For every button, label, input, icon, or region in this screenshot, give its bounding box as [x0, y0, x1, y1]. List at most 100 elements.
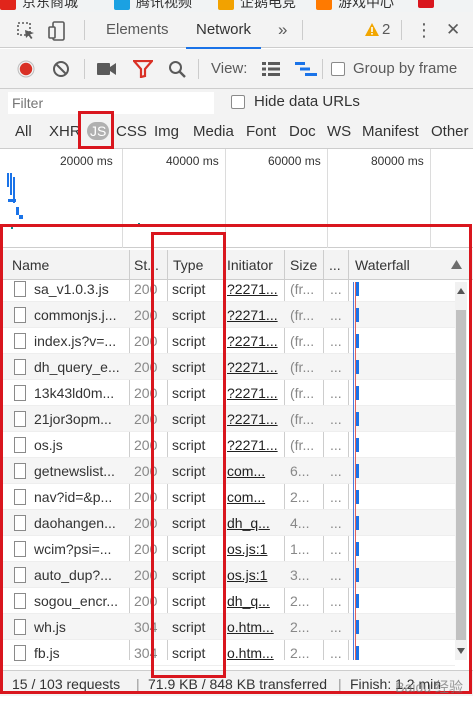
request-initiator[interactable]: os.js:1 [227, 536, 281, 562]
table-row[interactable]: daohangen... 200 script dh_q... 4...... [0, 510, 455, 536]
table-row[interactable]: wh.js 304 script o.htm... 2...... [0, 614, 455, 640]
record-icon[interactable] [17, 60, 35, 78]
waterfall-bar [356, 542, 359, 556]
table-row[interactable]: sa_v1.0.3.js 200 script ?2271... (fr...... [0, 276, 455, 302]
hide-data-urls-checkbox[interactable] [231, 95, 245, 109]
request-initiator[interactable]: com... [227, 484, 281, 510]
type-filter-manifest[interactable]: Manifest [362, 123, 419, 140]
table-row[interactable]: 21jor3opm... 200 script ?2271... (fr...... [0, 406, 455, 432]
request-status: 200 [134, 489, 158, 505]
inspect-element-icon[interactable] [16, 21, 36, 41]
type-filter-ws[interactable]: WS [327, 123, 351, 140]
table-row[interactable]: fb.js 304 script o.htm... 2...... [0, 640, 455, 666]
request-time: ... [330, 437, 342, 453]
waterfall-overview-icon[interactable] [295, 62, 317, 76]
table-row[interactable]: index.js?v=... 200 script ?2271... (fr...... [0, 328, 455, 354]
table-row[interactable]: getnewslist... 200 script com... 6...... [0, 458, 455, 484]
request-time: ... [330, 489, 342, 505]
game-center-icon [316, 0, 332, 10]
devtools-tabbar: Elements Network » 2 ⋮ ✕ [0, 12, 473, 49]
screenshot-camera-icon[interactable] [97, 62, 117, 76]
request-initiator[interactable]: com... [227, 458, 281, 484]
request-size: 2... [290, 619, 310, 635]
waterfall-bar [356, 386, 359, 400]
type-filter-js[interactable]: JS [87, 122, 110, 140]
timeline-overview[interactable]: 20000 ms 40000 ms 60000 ms 80000 ms [0, 149, 473, 248]
warning-icon[interactable] [364, 22, 380, 38]
request-size: 2... [290, 593, 310, 609]
filter-icon[interactable] [133, 60, 153, 78]
bookmark-label: 腾讯视频 [136, 0, 192, 10]
type-filter-doc[interactable]: Doc [289, 123, 316, 140]
request-time: ... [330, 515, 342, 531]
network-toolbar: View: Group by frame [0, 49, 473, 89]
table-scrollbar[interactable] [455, 282, 467, 660]
table-row[interactable]: dh_query_e... 200 script ?2271... (fr...... [0, 354, 455, 380]
dom-content-loaded-line [353, 282, 354, 660]
table-row[interactable]: wcim?psi=... 200 script os.js:1 1...... [0, 536, 455, 562]
search-icon[interactable] [168, 60, 187, 79]
bookmark-game-center[interactable]: 游戏中心 [316, 0, 394, 12]
request-initiator[interactable]: ?2271... [227, 380, 281, 406]
table-row[interactable]: nav?id=&p... 200 script com... 2...... [0, 484, 455, 510]
type-filter-img[interactable]: Img [154, 123, 179, 140]
bookmark-label: 游戏中心 [338, 0, 394, 10]
warning-count: 2 [382, 21, 391, 38]
scrollbar-thumb[interactable] [456, 310, 466, 640]
type-filter-font[interactable]: Font [246, 123, 276, 140]
close-devtools-icon[interactable]: ✕ [446, 12, 460, 48]
request-initiator[interactable]: os.js:1 [227, 562, 281, 588]
type-filter-css[interactable]: CSS [116, 123, 147, 140]
type-filter-other[interactable]: Other [431, 123, 469, 140]
more-tabs-button[interactable]: » [278, 12, 287, 48]
request-initiator[interactable]: ?2271... [227, 432, 281, 458]
request-type: script [172, 411, 206, 427]
request-initiator[interactable]: o.htm... [227, 614, 281, 640]
request-type: script [172, 307, 206, 323]
request-initiator[interactable]: dh_q... [227, 510, 281, 536]
large-rows-icon[interactable] [262, 62, 280, 76]
clear-icon[interactable] [52, 60, 70, 78]
request-status: 200 [134, 333, 158, 349]
request-initiator[interactable]: o.htm... [227, 640, 281, 666]
bookmark-egame[interactable]: 企鹅电竞 [218, 0, 296, 12]
request-initiator[interactable]: ?2271... [227, 406, 281, 432]
device-toolbar-icon[interactable] [48, 21, 68, 41]
table-row[interactable]: os.js 200 script ?2271... (fr...... [0, 432, 455, 458]
filter-input[interactable] [8, 92, 214, 114]
bookmark-jd[interactable]: 京东商城 [0, 0, 78, 12]
table-row[interactable]: 13k43ld0m... 200 script ?2271... (fr...... [0, 380, 455, 406]
table-row[interactable]: commonjs.j... 200 script ?2271... (fr...... [0, 302, 455, 328]
table-row[interactable]: sogou_encr... 200 script dh_q... 2...... [0, 588, 455, 614]
tab-elements[interactable]: Elements [106, 12, 169, 48]
request-type: script [172, 515, 206, 531]
table-row[interactable]: auto_dup?... 200 script os.js:1 3...... [0, 562, 455, 588]
bookmark-extra[interactable] [418, 0, 440, 8]
divider [84, 59, 85, 79]
sort-ascending-icon[interactable] [451, 260, 462, 269]
request-type: script [172, 385, 206, 401]
request-initiator[interactable]: ?2271... [227, 328, 281, 354]
type-filter-media[interactable]: Media [193, 123, 234, 140]
request-name: sogou_encr... [34, 593, 119, 609]
request-time: ... [330, 385, 342, 401]
request-status: 200 [134, 463, 158, 479]
jd-icon [0, 0, 16, 10]
request-status: 200 [134, 307, 158, 323]
type-filter-xhr[interactable]: XHR [49, 123, 81, 140]
more-options-icon[interactable]: ⋮ [415, 12, 433, 48]
scroll-up-arrow-icon[interactable] [457, 288, 465, 294]
bookmark-tencent-video[interactable]: 腾讯视频 [114, 0, 192, 12]
waterfall-bar [356, 438, 359, 452]
request-initiator[interactable]: ?2271... [227, 276, 281, 302]
request-initiator[interactable]: dh_q... [227, 588, 281, 614]
request-time: ... [330, 645, 342, 661]
request-initiator[interactable]: ?2271... [227, 302, 281, 328]
type-filter-all[interactable]: All [15, 123, 32, 140]
request-status: 304 [134, 645, 158, 661]
request-initiator[interactable]: ?2271... [227, 354, 281, 380]
tab-network[interactable]: Network [185, 12, 262, 49]
scroll-down-arrow-icon[interactable] [457, 648, 465, 654]
group-by-frame-checkbox[interactable] [331, 62, 345, 76]
request-type: script [172, 619, 206, 635]
